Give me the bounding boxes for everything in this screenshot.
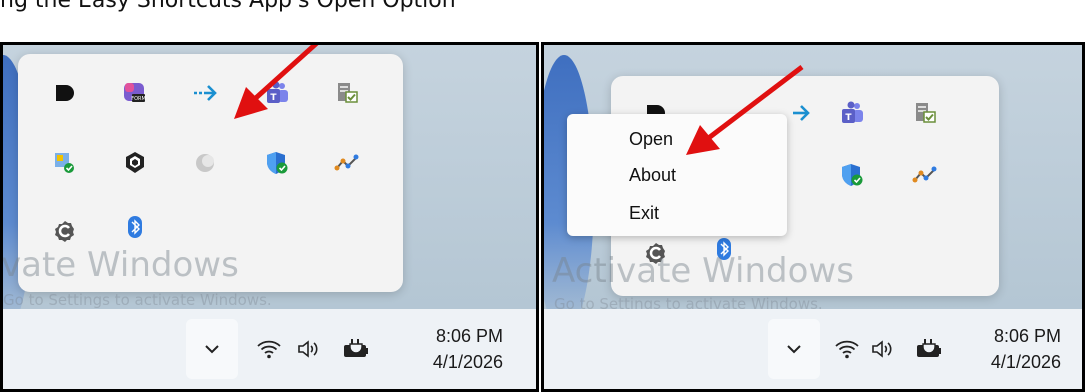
battery-plug-icon[interactable]: [916, 337, 942, 361]
settings-c-icon[interactable]: [639, 236, 673, 270]
shield-hex-icon[interactable]: [118, 146, 152, 180]
chevron-down-icon: [787, 345, 801, 354]
clock-time: 8:06 PM: [435, 326, 503, 346]
show-hidden-icons-button[interactable]: [768, 319, 820, 379]
clock[interactable]: 8:06 PM 4/1/2026: [969, 323, 1061, 375]
volume-icon[interactable]: [870, 337, 896, 361]
menu-item-open[interactable]: Open: [629, 124, 673, 154]
clock-date: 4/1/2026: [990, 352, 1061, 372]
svg-text:T: T: [845, 113, 852, 123]
show-hidden-icons-button[interactable]: [186, 319, 238, 379]
clock-date: 4/1/2026: [432, 352, 503, 372]
defender-shield-icon[interactable]: [835, 158, 869, 192]
bluetooth-icon[interactable]: [707, 232, 741, 266]
grey-circle-icon[interactable]: [188, 146, 222, 180]
svg-text:FORM: FORM: [131, 96, 146, 102]
task-list-icon[interactable]: [908, 96, 942, 130]
screenshot-right: T Open About Exit Activate Windows Go to…: [541, 42, 1085, 392]
menu-item-exit[interactable]: Exit: [629, 198, 659, 228]
caption-text: ng the Easy Shortcuts App's Open Option: [0, 0, 456, 13]
activation-watermark-sub: Go to Settings to activate Windows.: [3, 291, 272, 309]
display-monitor-icon[interactable]: [48, 146, 82, 180]
menu-item-about[interactable]: About: [629, 160, 676, 190]
activity-graph-icon[interactable]: [908, 158, 942, 192]
battery-plug-icon[interactable]: [343, 337, 369, 361]
wifi-icon[interactable]: [256, 337, 282, 361]
teams-icon[interactable]: T: [260, 76, 294, 110]
settings-c-icon[interactable]: [48, 214, 82, 248]
wifi-icon[interactable]: [834, 337, 860, 361]
dark-app-icon[interactable]: [48, 76, 82, 110]
easy-shortcuts-arrow-icon[interactable]: [188, 76, 222, 110]
taskbar: 8:06 PM 4/1/2026: [3, 309, 536, 389]
teams-icon[interactable]: T: [835, 96, 869, 130]
bluetooth-icon[interactable]: [118, 210, 152, 244]
clock-time: 8:06 PM: [993, 326, 1061, 346]
activity-graph-icon[interactable]: [330, 146, 364, 180]
screenshot-left: FORM T vate Windows Go to Settings to ac…: [0, 42, 539, 392]
tray-context-menu: Open About Exit: [567, 114, 787, 236]
chevron-down-icon: [205, 345, 219, 354]
taskbar: 8:06 PM 4/1/2026: [544, 309, 1082, 389]
clock[interactable]: 8:06 PM 4/1/2026: [411, 323, 503, 375]
defender-shield-icon[interactable]: [260, 146, 294, 180]
svg-text:T: T: [270, 93, 277, 103]
task-list-icon[interactable]: [330, 76, 364, 110]
copilot-app-icon[interactable]: FORM: [118, 76, 152, 110]
tray-overflow-flyout: FORM T: [18, 54, 403, 292]
volume-icon[interactable]: [296, 337, 322, 361]
